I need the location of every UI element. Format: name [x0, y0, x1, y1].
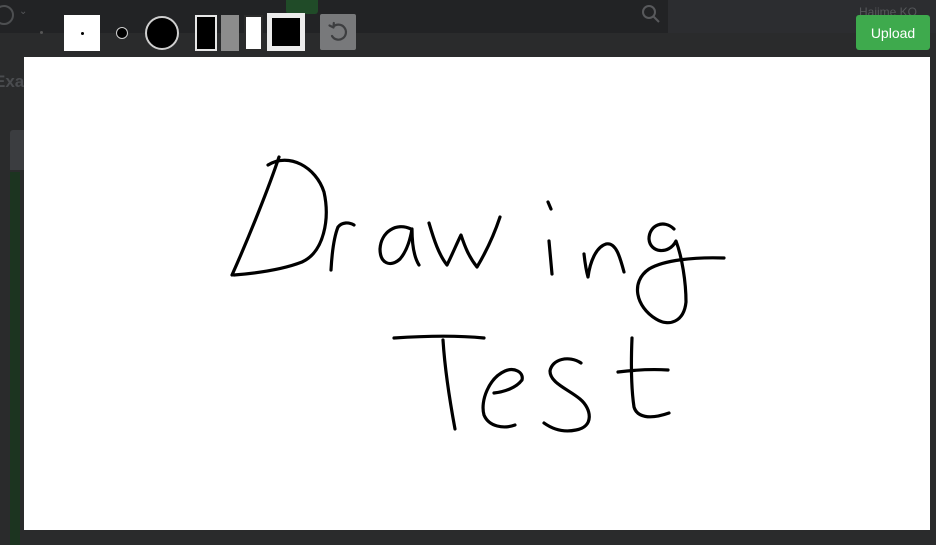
pen-size-large-button[interactable] [145, 16, 179, 50]
chevron-down-icon: ⌄ [19, 6, 28, 17]
selected-color-indicator[interactable] [267, 13, 305, 51]
color-white-button[interactable] [244, 15, 263, 51]
handwritten-word-test [392, 334, 671, 433]
side-panel [10, 130, 24, 170]
app-logo-icon [0, 5, 14, 25]
page-title: Exa [0, 72, 25, 91]
color-black-button[interactable] [195, 15, 217, 51]
pen-size-medium-button[interactable] [116, 27, 128, 39]
new-item-button [286, 0, 318, 14]
pen-size-small-button[interactable] [64, 15, 100, 51]
app-header: ⌄ Hajime KO [0, 0, 936, 33]
dot-icon [40, 31, 43, 34]
upload-button[interactable]: Upload [856, 15, 930, 50]
handwritten-word-drawing [230, 155, 726, 325]
undo-icon [328, 21, 348, 41]
color-gray-button[interactable] [221, 15, 239, 51]
handwriting-drawing [230, 155, 726, 433]
small-dot-icon [81, 32, 84, 35]
undo-button[interactable] [320, 14, 356, 50]
side-bar [10, 172, 20, 545]
search-icon [642, 5, 660, 23]
drawing-canvas[interactable] [24, 57, 930, 530]
